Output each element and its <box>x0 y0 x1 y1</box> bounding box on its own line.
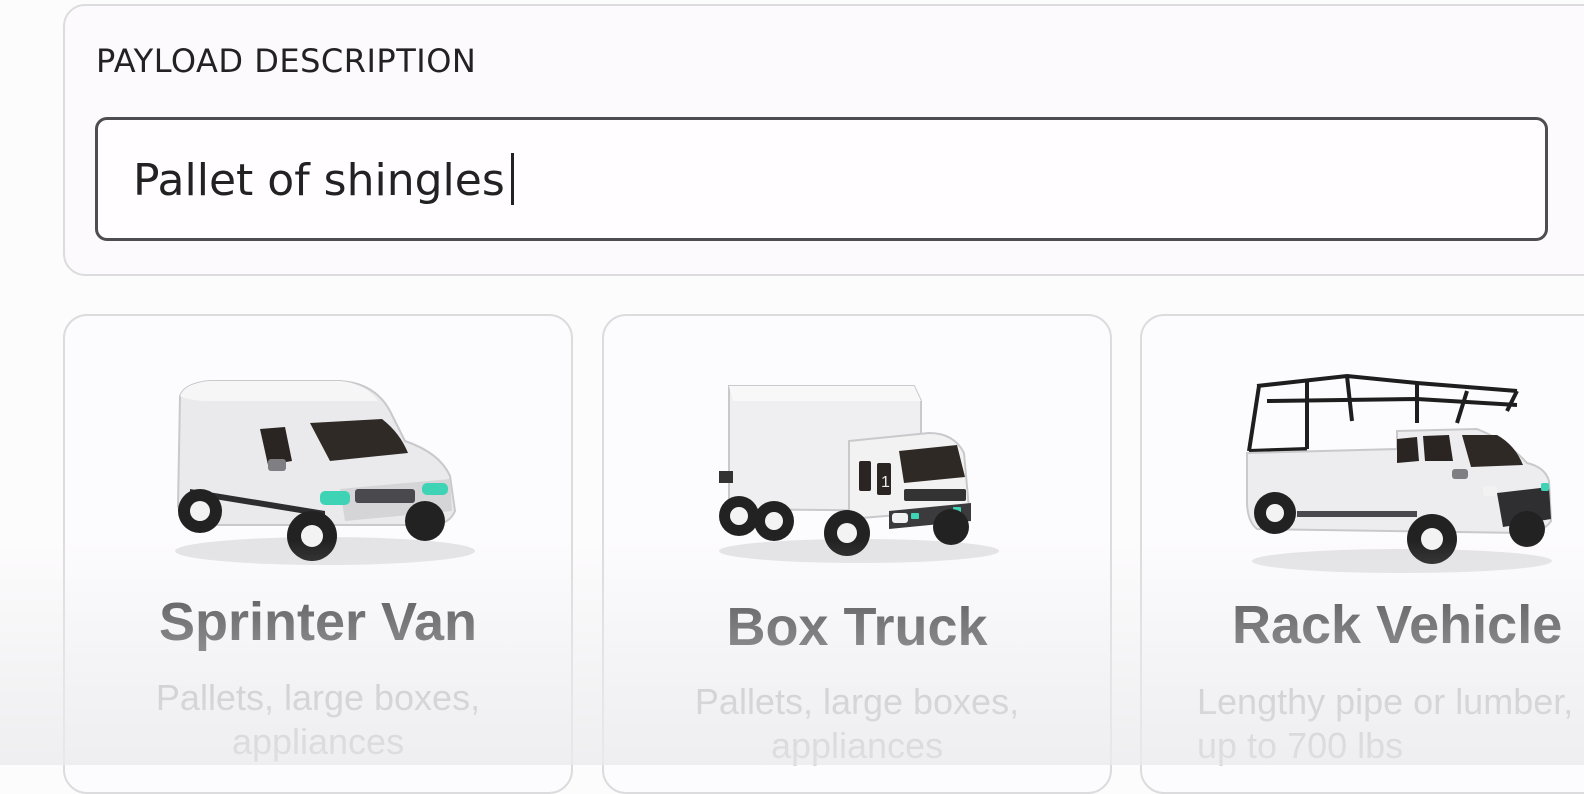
vehicle-option-box-truck[interactable]: 1 Box Truck Pallets, large boxes, applia… <box>602 314 1112 794</box>
text-caret <box>510 153 514 205</box>
payload-description-input[interactable]: Pallet of shingles <box>95 117 1548 241</box>
svg-text:1: 1 <box>881 474 890 491</box>
vehicle-name-rack-vehicle: Rack Vehicle <box>1232 595 1563 655</box>
vehicle-description-box-truck: Pallets, large boxes, appliances <box>694 681 1020 766</box>
vehicle-name-box-truck: Box Truck <box>726 597 988 657</box>
vehicle-option-sprinter-van[interactable]: Sprinter Van Pallets, large boxes, appli… <box>63 314 573 794</box>
rack-vehicle-image <box>1246 373 1553 573</box>
payload-description-value[interactable]: Pallet of shingles <box>133 153 514 206</box>
box-truck-image: 1 <box>719 385 999 563</box>
vehicle-description-sprinter-van: Pallets, large boxes, appliances <box>155 677 481 762</box>
vehicle-name-sprinter-van: Sprinter Van <box>158 592 478 652</box>
payload-description-label: PAYLOAD DESCRIPTION <box>96 42 477 80</box>
payload-value-text: Pallet of shingles <box>133 155 505 206</box>
vehicle-option-rack-vehicle[interactable]: Rack Vehicle Lengthy pipe or lumber, rac… <box>1140 314 1584 794</box>
sprinter-van-image <box>175 380 475 565</box>
vehicle-description-rack-vehicle: Lengthy pipe or lumber, rack up to 700 l… <box>1197 681 1584 766</box>
payload-description-card: PAYLOAD DESCRIPTION Pallet of shingles <box>63 4 1584 276</box>
